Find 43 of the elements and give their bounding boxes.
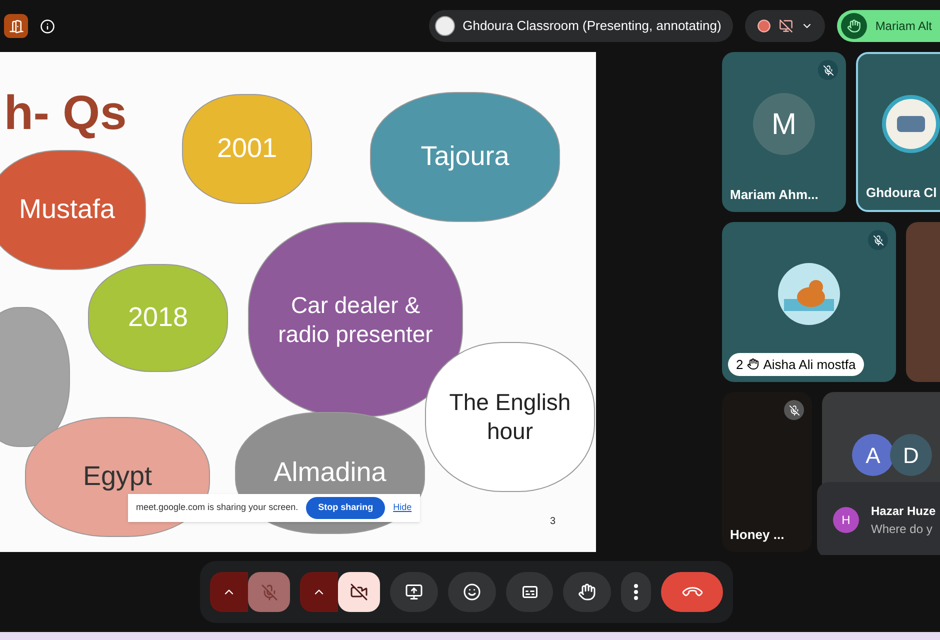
camera-button[interactable]	[338, 572, 380, 612]
slide-title: h- Qs	[4, 86, 127, 142]
cloud-shape: The English hour	[425, 342, 595, 492]
captions-button[interactable]	[506, 572, 554, 612]
participant-name: Honey ...	[730, 526, 784, 544]
end-call-button[interactable]	[661, 572, 723, 612]
hand-count: 2	[736, 356, 744, 374]
participant-name: Ghdoura Cl	[866, 184, 937, 202]
emoji-button[interactable]	[448, 572, 496, 612]
logo-icon	[434, 16, 455, 36]
participant-name: Mariam Ahm...	[730, 186, 818, 204]
monitor-off-icon	[779, 19, 794, 33]
cloud-shape: Tajoura	[370, 92, 560, 222]
chat-sender: Hazar Huze	[871, 503, 936, 520]
recording-controls[interactable]	[745, 10, 826, 42]
stop-sharing-button[interactable]: Stop sharing	[306, 497, 386, 519]
cloud-shape: Mustafa	[0, 150, 146, 270]
record-icon	[757, 19, 772, 33]
present-screen-icon	[404, 583, 423, 601]
more-vertical-icon	[634, 584, 638, 600]
more-options-button[interactable]	[621, 572, 652, 612]
raised-hand-icon	[578, 583, 596, 601]
raised-hand-icon	[841, 13, 868, 39]
microphone-button[interactable]	[248, 572, 290, 612]
chat-notification[interactable]: H Hazar Huze Where do y	[817, 482, 940, 555]
present-button[interactable]	[390, 572, 438, 612]
hide-link[interactable]: Hide	[393, 501, 412, 515]
user-chip[interactable]: Mariam Alt	[837, 10, 940, 42]
walrus-avatar-icon	[778, 263, 840, 325]
captions-icon	[520, 583, 539, 601]
chat-message: Where do y	[871, 521, 934, 538]
participant-name: Aisha Ali mostfa	[763, 356, 856, 374]
meeting-title-chip[interactable]: Ghdoura Classroom (Presenting, annotating)	[428, 10, 734, 42]
raise-hand-button[interactable]	[563, 572, 612, 612]
door-icon[interactable]	[4, 14, 28, 38]
camera-off-icon	[350, 583, 368, 601]
microphone-off-icon	[260, 584, 278, 600]
info-icon[interactable]	[40, 18, 55, 34]
raised-hand-icon	[747, 358, 760, 370]
smiley-icon	[462, 583, 481, 601]
cloud-shape: 2018	[88, 264, 228, 372]
page-number: 3	[550, 515, 556, 529]
cloud-shape: 2001	[182, 94, 312, 204]
